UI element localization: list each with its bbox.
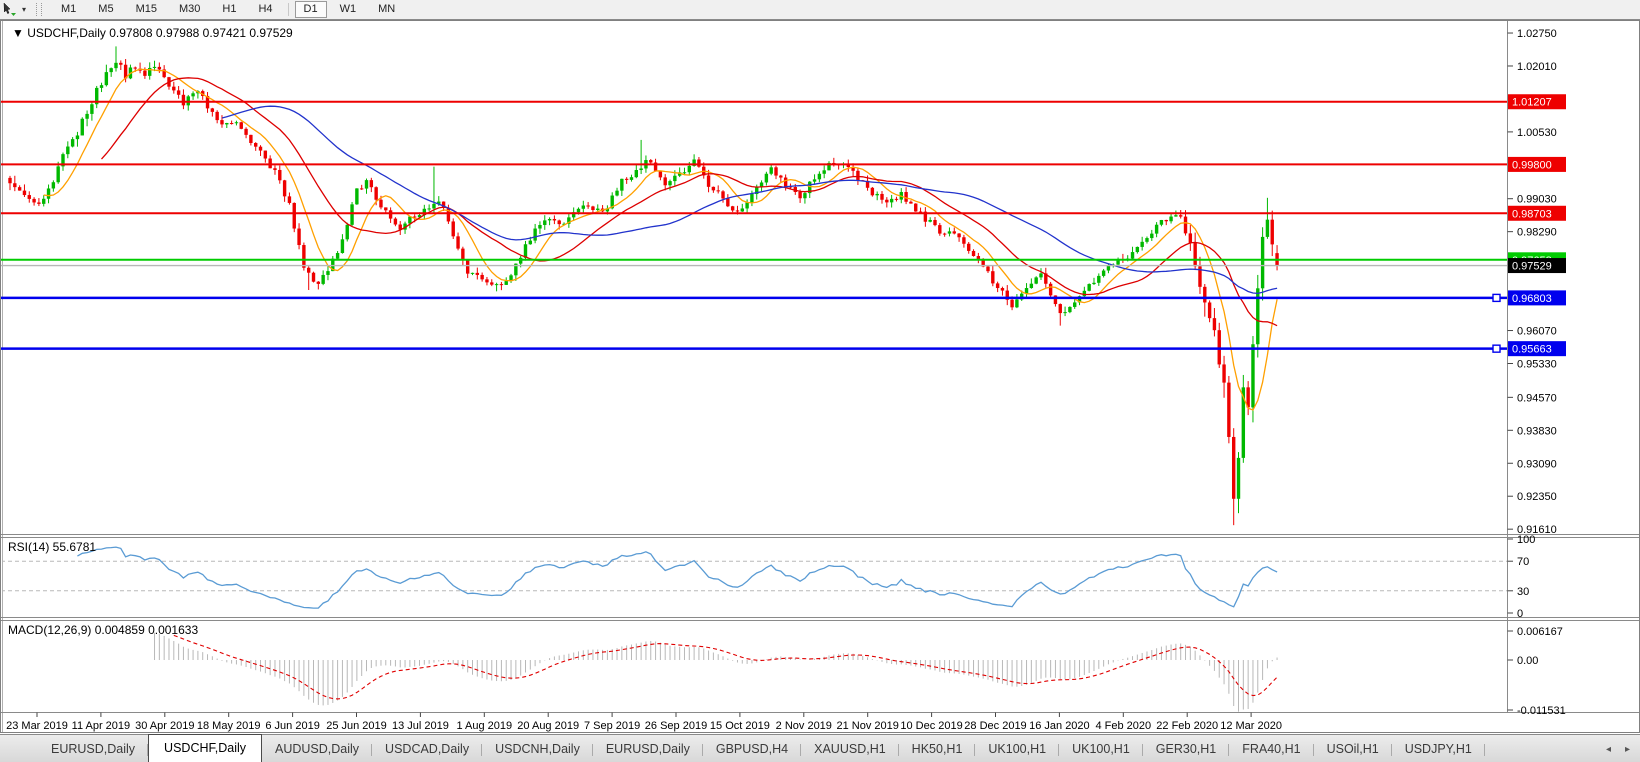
svg-text:0.98290: 0.98290 bbox=[1517, 227, 1557, 239]
toolbar-separator bbox=[288, 3, 289, 16]
svg-text:18 May 2019: 18 May 2019 bbox=[197, 720, 261, 732]
timeframe-button-d1[interactable]: D1 bbox=[295, 1, 327, 18]
svg-text:7 Sep 2019: 7 Sep 2019 bbox=[584, 720, 640, 732]
svg-text:0.93090: 0.93090 bbox=[1517, 458, 1557, 470]
svg-text:0: 0 bbox=[1517, 608, 1523, 620]
svg-text:10 Dec 2019: 10 Dec 2019 bbox=[900, 720, 962, 732]
svg-text:0.98703: 0.98703 bbox=[1512, 208, 1552, 220]
timeframe-button-m5[interactable]: M5 bbox=[89, 1, 122, 18]
chart-tab-usdjpy-h1[interactable]: USDJPY,H1 bbox=[1392, 738, 1485, 762]
svg-text:30: 30 bbox=[1517, 586, 1529, 598]
svg-text:0.96803: 0.96803 bbox=[1512, 293, 1552, 305]
usdchf-daily-chart[interactable]: 1.02750 1.02010 1.00530 0.99030 0.98290 0.960… bbox=[0, 20, 1640, 734]
svg-text:13 Jul 2019: 13 Jul 2019 bbox=[392, 720, 449, 732]
svg-text:1.02010: 1.02010 bbox=[1517, 61, 1557, 73]
chart-tab-usdchf-daily[interactable]: USDCHF,Daily bbox=[148, 734, 262, 762]
timeframe-button-h4[interactable]: H4 bbox=[249, 1, 281, 18]
timeframe-button-m30[interactable]: M30 bbox=[170, 1, 209, 18]
top-toolbar: ▾ M1M5 M15M30H1H4 D1W1MN bbox=[0, 0, 1640, 20]
chart-title: ▼ USDCHF,Daily 0.97808 0.97988 0.97421 0… bbox=[12, 26, 293, 40]
chart-tab-fra40-h1[interactable]: FRA40,H1 bbox=[1229, 738, 1313, 762]
timeframe-button-w1[interactable]: W1 bbox=[331, 1, 366, 18]
svg-text:1.00530: 1.00530 bbox=[1517, 127, 1557, 139]
chart-tab-gbpusd-h4[interactable]: GBPUSD,H4 bbox=[703, 738, 801, 762]
chart-tab-ger30-h1[interactable]: GER30,H1 bbox=[1143, 738, 1229, 762]
svg-text:0.96070: 0.96070 bbox=[1517, 326, 1557, 338]
svg-text:100: 100 bbox=[1517, 534, 1535, 546]
svg-text:21 Nov 2019: 21 Nov 2019 bbox=[837, 720, 899, 732]
svg-text:0.00: 0.00 bbox=[1517, 655, 1538, 667]
svg-text:26 Sep 2019: 26 Sep 2019 bbox=[645, 720, 707, 732]
timeframe-button-m15[interactable]: M15 bbox=[127, 1, 166, 18]
chart-tab-eurusd-daily[interactable]: EURUSD,Daily bbox=[593, 738, 703, 762]
timeframe-buttons: M1M5 M15M30H1H4 D1W1MN bbox=[50, 1, 406, 18]
svg-text:6 Jun 2019: 6 Jun 2019 bbox=[265, 720, 319, 732]
chart-tab-bar: EURUSD,DailyUSDCHF,DailyAUDUSD,DailyUSDC… bbox=[0, 734, 1640, 762]
svg-text:0.92350: 0.92350 bbox=[1517, 491, 1557, 503]
svg-text:25 Jun 2019: 25 Jun 2019 bbox=[326, 720, 387, 732]
chart-tab-audusd-daily[interactable]: AUDUSD,Daily bbox=[262, 738, 372, 762]
tabs-scroll-left-icon[interactable]: ◂ bbox=[1606, 744, 1611, 755]
tool-dropdown-arrow-icon[interactable]: ▾ bbox=[22, 5, 26, 14]
svg-text:15 Oct 2019: 15 Oct 2019 bbox=[710, 720, 770, 732]
svg-text:16 Jan 2020: 16 Jan 2020 bbox=[1029, 720, 1090, 732]
chart-tab-eurusd-daily[interactable]: EURUSD,Daily bbox=[38, 738, 148, 762]
rsi-label: RSI(14) 55.6781 bbox=[8, 540, 96, 554]
svg-text:1.01207: 1.01207 bbox=[1512, 97, 1552, 109]
svg-text:0.93830: 0.93830 bbox=[1517, 425, 1557, 437]
chart-tab-usdcnh-daily[interactable]: USDCNH,Daily bbox=[482, 738, 593, 762]
chart-window[interactable]: 1.02750 1.02010 1.00530 0.99030 0.98290 0.960… bbox=[0, 20, 1640, 734]
chart-tab-xauusd-h1[interactable]: XAUUSD,H1 bbox=[801, 738, 899, 762]
svg-text:1 Aug 2019: 1 Aug 2019 bbox=[456, 720, 512, 732]
svg-text:0.006167: 0.006167 bbox=[1517, 626, 1563, 638]
svg-text:20 Aug 2019: 20 Aug 2019 bbox=[517, 720, 579, 732]
chart-tab-usoil-h1[interactable]: USOil,H1 bbox=[1314, 738, 1392, 762]
chart-tab-hk50-h1[interactable]: HK50,H1 bbox=[899, 738, 976, 762]
svg-text:0.99030: 0.99030 bbox=[1517, 194, 1557, 206]
macd-label: MACD(12,26,9) 0.004859 0.001633 bbox=[8, 623, 198, 637]
svg-text:0.99800: 0.99800 bbox=[1512, 159, 1552, 171]
chart-tab-uk100-h1[interactable]: UK100,H1 bbox=[975, 738, 1059, 762]
svg-text:28 Dec 2019: 28 Dec 2019 bbox=[964, 720, 1026, 732]
svg-text:30 Apr 2019: 30 Apr 2019 bbox=[135, 720, 194, 732]
chart-cursor-tool-icon[interactable] bbox=[2, 2, 18, 17]
svg-text:4 Feb 2020: 4 Feb 2020 bbox=[1095, 720, 1151, 732]
svg-text:0.95663: 0.95663 bbox=[1512, 344, 1552, 356]
svg-text:22 Feb 2020: 22 Feb 2020 bbox=[1156, 720, 1218, 732]
svg-text:70: 70 bbox=[1517, 556, 1529, 568]
timeframe-button-mn[interactable]: MN bbox=[369, 1, 404, 18]
chart-tab-uk100-h1[interactable]: UK100,H1 bbox=[1059, 738, 1143, 762]
svg-text:0.97529: 0.97529 bbox=[1512, 261, 1552, 273]
timeframe-button-h1[interactable]: H1 bbox=[213, 1, 245, 18]
chart-tab-usdcad-daily[interactable]: USDCAD,Daily bbox=[372, 738, 482, 762]
svg-text:0.94570: 0.94570 bbox=[1517, 392, 1557, 404]
svg-text:11 Apr 2019: 11 Apr 2019 bbox=[72, 720, 131, 732]
svg-text:2 Nov 2019: 2 Nov 2019 bbox=[776, 720, 832, 732]
timeframe-button-m1[interactable]: M1 bbox=[52, 1, 85, 18]
svg-text:1.02750: 1.02750 bbox=[1517, 28, 1557, 40]
svg-text:23 Mar 2019: 23 Mar 2019 bbox=[6, 720, 68, 732]
svg-text:0.95330: 0.95330 bbox=[1517, 358, 1557, 370]
toolbar-grip[interactable] bbox=[36, 3, 42, 16]
svg-text:12 Mar 2020: 12 Mar 2020 bbox=[1220, 720, 1282, 732]
svg-text:-0.011531: -0.011531 bbox=[1517, 705, 1566, 717]
tabs-scroll-right-icon[interactable]: ▸ bbox=[1625, 744, 1630, 755]
